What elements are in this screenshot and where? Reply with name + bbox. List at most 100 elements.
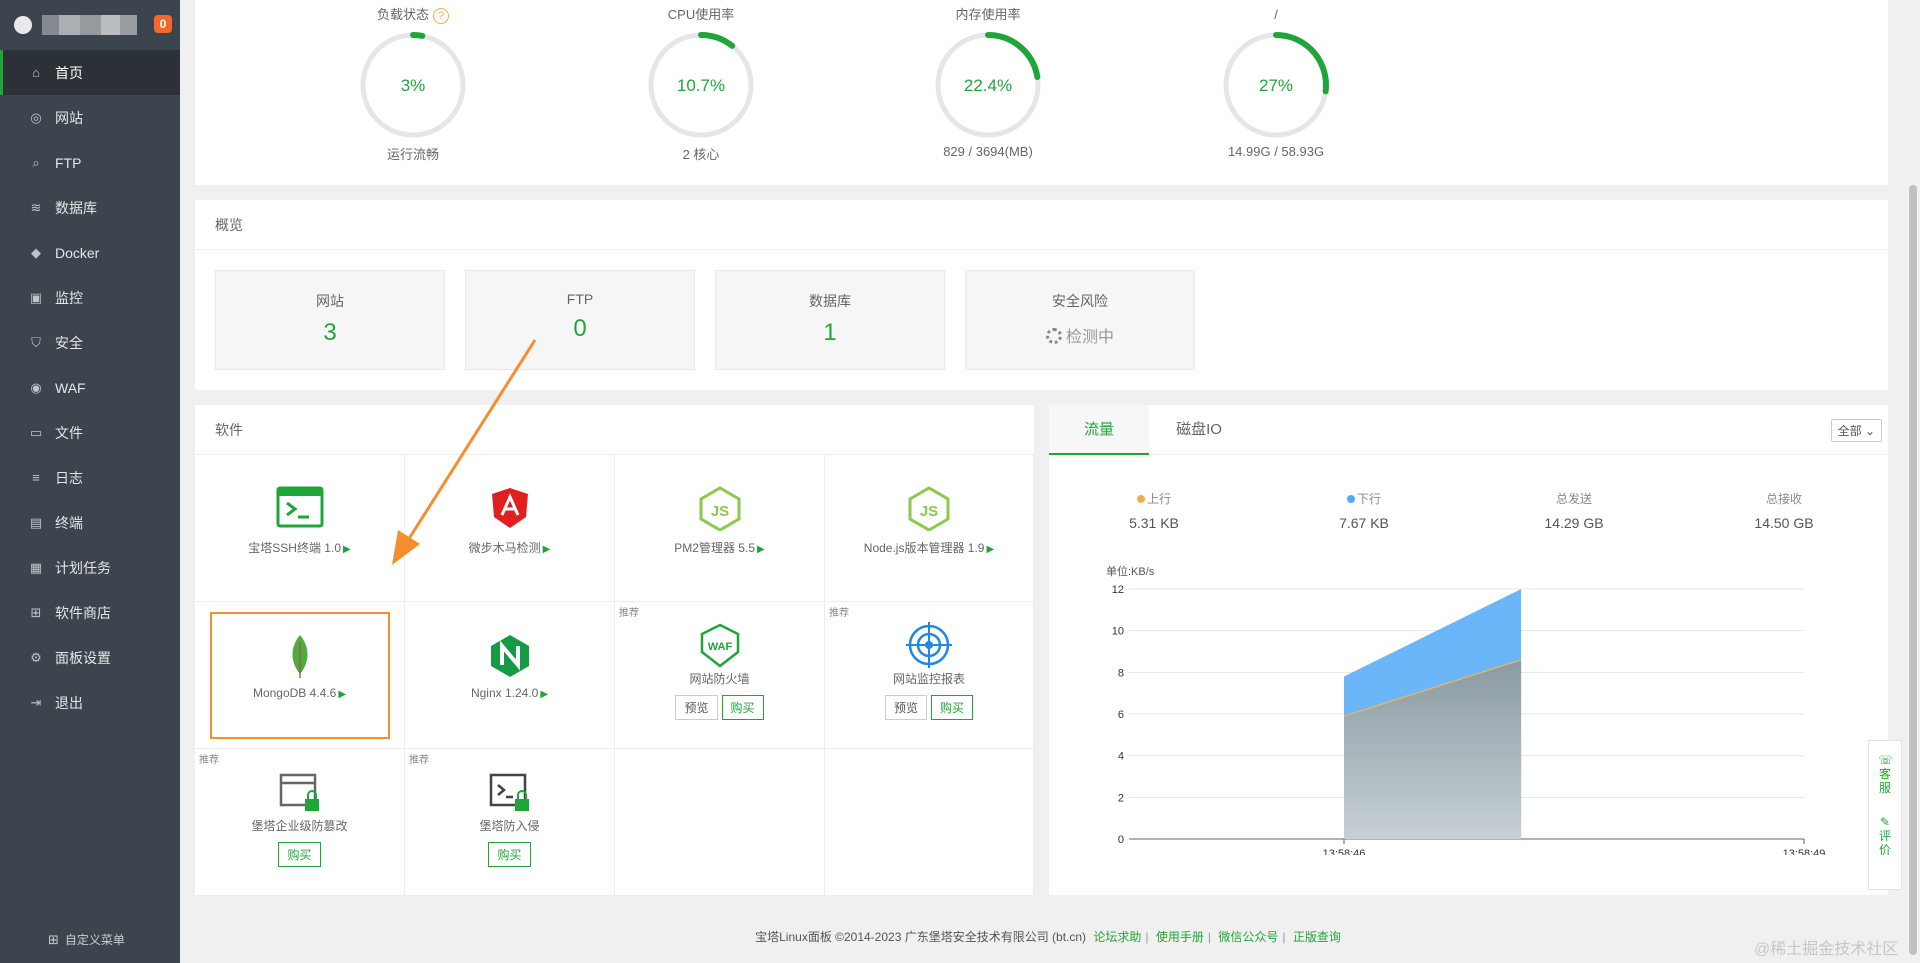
overview-card-2[interactable]: 数据库 1 [715, 270, 945, 370]
stat-value: 5.31 KB [1129, 515, 1179, 531]
sidebar-item-1[interactable]: ◎ 网站 [0, 95, 180, 140]
sidebar-item-12[interactable]: ⊞ 软件商店 [0, 590, 180, 635]
brand: 0 [0, 0, 180, 50]
tab-traffic[interactable]: 流量 [1049, 405, 1149, 455]
overview-card-label: 安全风险 [1052, 293, 1108, 309]
footer-copyright: 宝塔Linux面板 ©2014-2023 广东堡塔安全技术有限公司 (bt.cn… [755, 930, 1087, 944]
buy-button[interactable]: 购买 [278, 842, 321, 867]
gauge-label: CPU使用率 [611, 0, 791, 30]
sidebar-item-label: 安全 [55, 334, 83, 351]
footer-link-verify[interactable]: 正版查询 [1293, 930, 1341, 944]
sidebar-item-5[interactable]: ▣ 监控 [0, 275, 180, 320]
gauge-title: 内存使用率 [955, 7, 1021, 22]
stat-label-text: 总发送 [1555, 492, 1592, 506]
notification-badge[interactable]: 0 [154, 15, 172, 33]
traffic-stat-2: 总发送 14.29 GB [1494, 490, 1654, 531]
custom-menu-button[interactable]: ⊞ 自定义菜单 [48, 931, 125, 948]
sidebar-item-14[interactable]: ⇥ 退出 [0, 680, 180, 725]
terminal-icon: ▤ [29, 514, 43, 530]
software-item-9[interactable]: 推荐 堡塔防入侵 购买 [405, 749, 615, 896]
intrusion-icon [405, 769, 614, 813]
chart-unit-label: 单位:KB/s [1106, 564, 1155, 578]
chevron-down-icon: ⌄ [1864, 424, 1875, 438]
sidebar-item-7[interactable]: ◉ WAF [0, 365, 180, 410]
feedback-button[interactable]: ✎ 评价 [1878, 815, 1892, 857]
logout-icon: ⇥ [30, 694, 42, 710]
software-item-6[interactable]: 推荐 WAF 网站防火墙 预览 购买 [615, 602, 825, 749]
scrollbar-thumb[interactable] [1909, 185, 1917, 955]
software-item-5[interactable]: Nginx 1.24.0 ▶ [405, 602, 615, 749]
sidebar-item-label: 日志 [55, 469, 83, 486]
sidebar-item-2[interactable]: ⌕ FTP [0, 140, 180, 185]
gear-icon: ⚙ [30, 649, 42, 665]
stat-label: 总发送 [1494, 490, 1654, 507]
tamper-proof-icon [195, 769, 404, 813]
play-icon[interactable]: ▶ [540, 689, 548, 700]
tab-disk-io[interactable]: 磁盘IO [1149, 405, 1249, 455]
footer: 宝塔Linux面板 ©2014-2023 广东堡塔安全技术有限公司 (bt.cn… [755, 930, 1341, 944]
buy-button[interactable]: 购买 [488, 842, 531, 867]
recommend-tag: 推荐 [409, 755, 429, 766]
software-item-7[interactable]: 推荐 网站监控报表 预览 购买 [825, 602, 1034, 749]
gauge-3[interactable]: / 27% 14.99G / 58.93G [1186, 0, 1366, 159]
footer-link-manual[interactable]: 使用手册 [1156, 930, 1204, 944]
traffic-stat-3: 总接收 14.50 GB [1704, 490, 1864, 531]
gauge-value: 3% [401, 76, 426, 95]
sidebar-item-10[interactable]: ▤ 终端 [0, 500, 180, 545]
play-icon[interactable]: ▶ [757, 544, 765, 555]
software-item-0[interactable]: 宝塔SSH终端 1.0 ▶ [195, 455, 405, 602]
risk-status-text: 检测中 [1065, 329, 1114, 346]
software-item-4[interactable]: MongoDB 4.4.6 ▶ [195, 602, 405, 749]
monitor-icon: ▣ [29, 289, 43, 305]
home-icon: ⌂ [32, 65, 40, 80]
gauge-0[interactable]: 负载状态? 3% 运行流畅 [323, 0, 503, 163]
software-item-8[interactable]: 推荐堡塔企业级防篡改购买 [195, 749, 405, 896]
sidebar-item-0[interactable]: ⌂ 首页 [0, 50, 180, 95]
footer-link-forum[interactable]: 论坛求助 [1093, 930, 1141, 944]
sidebar-item-13[interactable]: ⚙ 面板设置 [0, 635, 180, 680]
gauge-sub: 14.99G / 58.93G [1227, 144, 1325, 159]
sidebar-item-11[interactable]: ▦ 计划任务 [0, 545, 180, 590]
play-icon[interactable]: ▶ [343, 544, 351, 555]
sidebar-item-6[interactable]: ⛉ 安全 [0, 320, 180, 365]
gauge-value: 10.7% [677, 76, 725, 95]
help-icon[interactable]: ? [433, 8, 449, 24]
preview-button[interactable]: 预览 [884, 695, 927, 720]
overview-title: 概览 [195, 200, 1888, 250]
folder-icon: ▭ [29, 424, 43, 440]
sidebar-item-9[interactable]: ≡ 日志 [0, 455, 180, 500]
gauge-label: 内存使用率 [898, 0, 1078, 30]
database-icon: ≋ [30, 199, 42, 215]
footer-link-wechat[interactable]: 微信公众号 [1218, 930, 1278, 944]
y-tick-label: 0 [1118, 834, 1124, 846]
software-name: PM2管理器 5.5 ▶ [615, 539, 824, 556]
play-icon[interactable]: ▶ [987, 544, 995, 555]
software-name: 网站监控报表 [825, 670, 1033, 687]
buy-button[interactable]: 购买 [721, 695, 764, 720]
gauge-title: 负载状态 [376, 7, 429, 22]
gauge-2[interactable]: 内存使用率 22.4% 829 / 3694(MB) [898, 0, 1078, 159]
customer-service-button[interactable]: ☏ 客服 [1878, 753, 1893, 795]
sidebar: 0 ⌂ 首页 ◎ 网站 ⌕ FTP ≋ 数据库 ◆ Docker ▣ 监控 ⛉ 安全 ◉ WAF ▭ 文件 ≡ 日志 ▤… [0, 0, 180, 963]
y-tick-label: 12 [1112, 584, 1124, 596]
buy-button[interactable]: 购买 [931, 695, 974, 720]
software-item-3[interactable]: JS Node.js版本管理器 1.9 ▶ [825, 455, 1034, 602]
page-scrollbar[interactable] [1906, 0, 1920, 963]
software-cell [615, 749, 825, 896]
gauge-1[interactable]: CPU使用率 10.7% 2 核心 [611, 0, 791, 163]
software-name-text: 网站防火墙 [689, 672, 750, 686]
software-name: Nginx 1.24.0 ▶ [405, 686, 614, 700]
edit-icon: ✎ [1879, 815, 1891, 829]
sidebar-item-8[interactable]: ▭ 文件 [0, 410, 180, 455]
sidebar-item-3[interactable]: ≋ 数据库 [0, 185, 180, 230]
preview-button[interactable]: 预览 [675, 695, 718, 720]
sidebar-item-4[interactable]: ◆ Docker [0, 230, 180, 275]
annotation-arrow [392, 339, 537, 565]
recommend-tag: 推荐 [199, 755, 219, 766]
software-name: 堡塔企业级防篡改 [195, 817, 404, 834]
svg-text:JS: JS [710, 503, 728, 520]
overview-card-label: 网站 [316, 293, 344, 309]
overview-card-3[interactable]: 安全风险检测中 [965, 270, 1195, 370]
software-item-2[interactable]: JS PM2管理器 5.5 ▶ [615, 455, 825, 602]
interface-select[interactable]: 全部 ⌄ [1830, 419, 1882, 442]
